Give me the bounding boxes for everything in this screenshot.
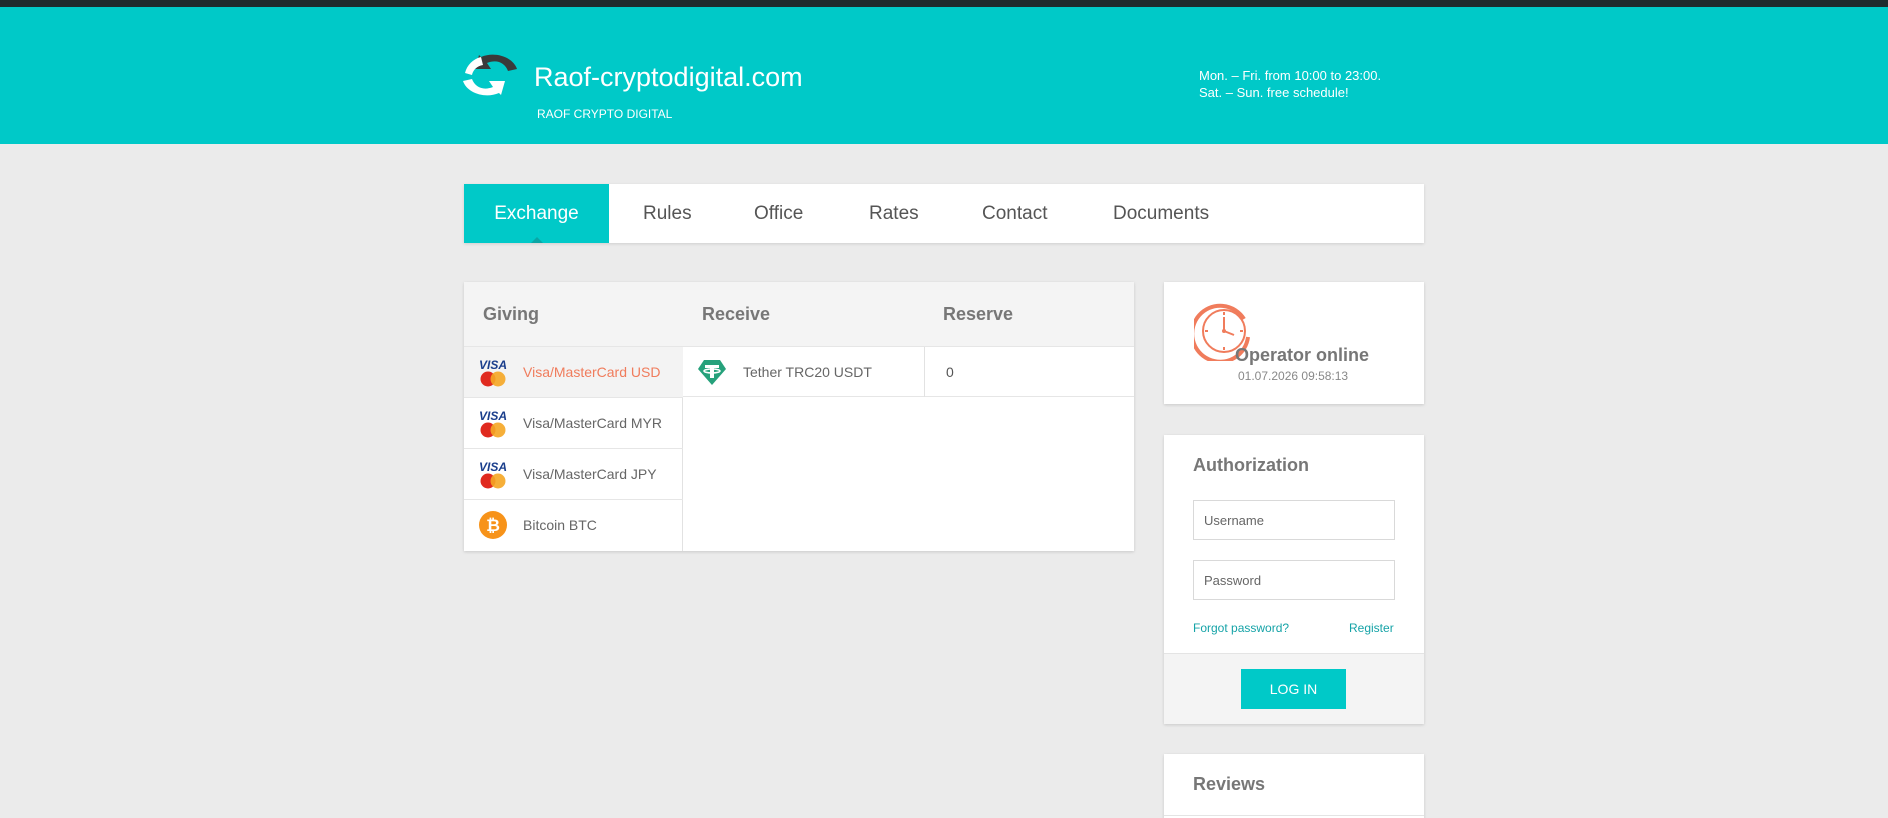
- forgot-password-link[interactable]: Forgot password?: [1193, 621, 1289, 635]
- authorization-card: Authorization Forgot password? Register …: [1164, 435, 1424, 724]
- schedule-weekend: Sat. – Sun. free schedule!: [1199, 85, 1349, 100]
- svg-text:₿: ₿: [486, 516, 500, 535]
- nav-office[interactable]: Office: [754, 184, 803, 243]
- exchange-arrows-logo-icon[interactable]: [461, 51, 519, 99]
- password-input[interactable]: [1193, 560, 1395, 600]
- visa-mastercard-icon: VISA: [479, 460, 507, 489]
- reserve-value: 0: [946, 364, 954, 380]
- visa-mastercard-icon: VISA: [479, 409, 507, 438]
- svg-text:VISA: VISA: [479, 409, 507, 423]
- working-schedule: Mon. – Fri. from 10:00 to 23:00. Sat. – …: [1199, 67, 1381, 101]
- divider: [1164, 815, 1424, 816]
- username-input[interactable]: [1193, 500, 1395, 540]
- bitcoin-icon: ₿: [479, 511, 507, 539]
- giving-item-label: Visa/MasterCard USD: [523, 364, 661, 380]
- authorization-footer: LOG IN: [1164, 653, 1424, 724]
- column-divider: [924, 347, 925, 397]
- schedule-weekdays: Mon. – Fri. from 10:00 to 23:00.: [1199, 68, 1382, 83]
- nav-contact[interactable]: Contact: [982, 184, 1047, 243]
- reviews-title: Reviews: [1193, 774, 1266, 794]
- reserve-header: Reserve: [943, 304, 1014, 324]
- receive-header: Receive: [702, 304, 771, 324]
- giving-item-label: Visa/MasterCard JPY: [523, 466, 657, 482]
- site-title[interactable]: Raof-cryptodigital.com: [534, 62, 803, 93]
- giving-list: VISA Visa/MasterCard USD VISA Visa/Maste…: [464, 346, 683, 551]
- operator-status-card: Operator online 01.07.2026 09:58:13: [1164, 282, 1424, 404]
- receive-item-tether-trc20-usdt[interactable]: Tether TRC20 USDT 0: [683, 346, 1134, 397]
- nav-exchange[interactable]: Exchange: [464, 184, 609, 243]
- site-subtitle: RAOF CRYPTO DIGITAL: [537, 107, 673, 121]
- giving-item-visa-mastercard-myr[interactable]: VISA Visa/MasterCard MYR: [464, 397, 683, 448]
- operator-status-title: Operator online: [1235, 345, 1370, 365]
- giving-item-label: Bitcoin BTC: [523, 517, 597, 533]
- authorization-title: Authorization: [1193, 455, 1309, 475]
- giving-item-visa-mastercard-jpy[interactable]: VISA Visa/MasterCard JPY: [464, 448, 683, 499]
- giving-item-label: Visa/MasterCard MYR: [523, 415, 663, 431]
- exchange-table: Giving Receive Reserve VISA Visa/MasterC…: [464, 282, 1134, 551]
- top-strip: [0, 0, 1888, 7]
- exchange-table-header: Giving Receive Reserve: [464, 282, 1134, 346]
- nav-documents[interactable]: Documents: [1113, 184, 1209, 243]
- register-link[interactable]: Register: [1349, 621, 1394, 635]
- operator-status-time: 01.07.2026 09:58:13: [1238, 369, 1349, 383]
- visa-mastercard-icon: VISA: [479, 358, 507, 387]
- svg-text:VISA: VISA: [479, 460, 507, 474]
- giving-item-bitcoin-btc[interactable]: ₿ Bitcoin BTC: [464, 499, 683, 550]
- giving-header: Giving: [483, 304, 540, 324]
- svg-text:VISA: VISA: [479, 358, 507, 372]
- giving-item-visa-mastercard-usd[interactable]: VISA Visa/MasterCard USD: [464, 346, 683, 397]
- nav-rules[interactable]: Rules: [643, 184, 692, 243]
- receive-item-label: Tether TRC20 USDT: [743, 364, 872, 380]
- main-nav: Exchange Rules Office Rates Contact Docu…: [464, 184, 1424, 243]
- reviews-card: Reviews: [1164, 754, 1424, 818]
- tether-icon: [698, 360, 726, 385]
- site-header: Raof-cryptodigital.com RAOF CRYPTO DIGIT…: [0, 7, 1888, 144]
- login-button[interactable]: LOG IN: [1241, 669, 1346, 709]
- nav-rates[interactable]: Rates: [869, 184, 919, 243]
